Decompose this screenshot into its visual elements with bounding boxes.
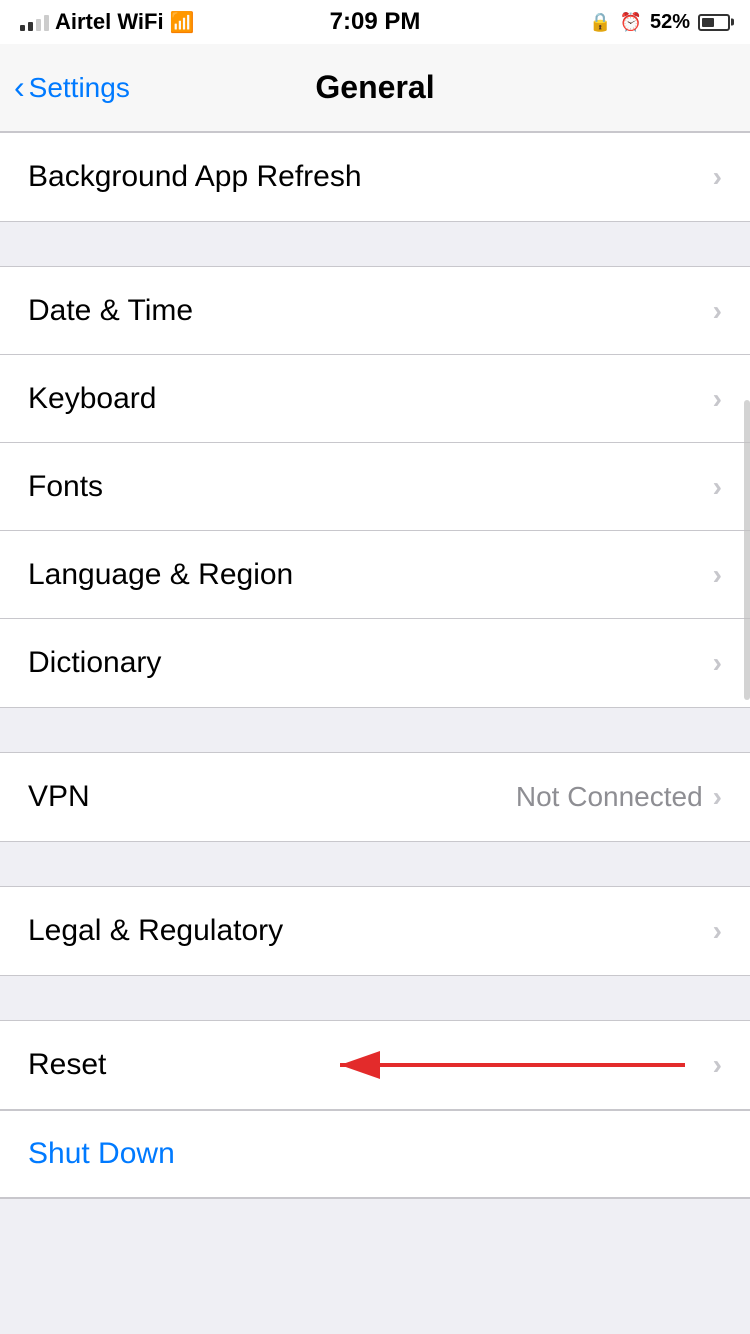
chevron-right-icon: › — [713, 1049, 722, 1081]
back-button[interactable]: ‹ Settings — [14, 72, 130, 104]
section-vpn: VPN Not Connected › — [0, 752, 750, 842]
page-title: General — [315, 69, 434, 106]
section-gap-4 — [0, 976, 750, 1020]
section-background-app-refresh: Background App Refresh › — [0, 132, 750, 222]
reset-item[interactable]: Reset › — [0, 1021, 750, 1109]
section-shutdown: Shut Down — [0, 1110, 750, 1199]
dictionary-label: Dictionary — [28, 646, 161, 680]
section-gap-2 — [0, 708, 750, 752]
shutdown-item[interactable]: Shut Down — [0, 1110, 750, 1198]
section-legal: Legal & Regulatory › — [0, 886, 750, 976]
red-arrow-annotation — [310, 1040, 690, 1090]
section-gap-3 — [0, 842, 750, 886]
nav-bar: ‹ Settings General — [0, 44, 750, 132]
status-right: 🔒 ⏰ 52% — [589, 11, 730, 34]
chevron-right-icon: › — [713, 471, 722, 503]
status-time: 7:09 PM — [330, 8, 421, 36]
status-left: Airtel WiFi 📶 — [20, 9, 195, 35]
date-time-item[interactable]: Date & Time › — [0, 267, 750, 355]
chevron-right-icon: › — [713, 161, 722, 193]
fonts-item[interactable]: Fonts › — [0, 443, 750, 531]
carrier-text: Airtel WiFi — [55, 9, 164, 35]
battery-fill — [702, 18, 714, 27]
language-region-item[interactable]: Language & Region › — [0, 531, 750, 619]
back-chevron-icon: ‹ — [14, 71, 25, 103]
chevron-right-icon: › — [713, 915, 722, 947]
section-gap-1 — [0, 222, 750, 266]
chevron-right-icon: › — [713, 781, 722, 813]
keyboard-item[interactable]: Keyboard › — [0, 355, 750, 443]
vpn-label: VPN — [28, 780, 90, 814]
battery-icon — [698, 14, 730, 31]
section-date-keyboard: Date & Time › Keyboard › Fonts › Languag… — [0, 266, 750, 708]
scroll-indicator[interactable] — [744, 400, 750, 700]
background-app-refresh-item[interactable]: Background App Refresh › — [0, 133, 750, 221]
chevron-right-icon: › — [713, 383, 722, 415]
date-time-label: Date & Time — [28, 294, 193, 328]
dictionary-item[interactable]: Dictionary › — [0, 619, 750, 707]
background-app-refresh-label: Background App Refresh — [28, 160, 362, 194]
status-bar: Airtel WiFi 📶 7:09 PM 🔒 ⏰ 52% — [0, 0, 750, 44]
vpn-value: Not Connected — [516, 781, 703, 813]
legal-regulatory-label: Legal & Regulatory — [28, 914, 283, 948]
chevron-right-icon: › — [713, 559, 722, 591]
language-region-label: Language & Region — [28, 558, 293, 592]
shutdown-label: Shut Down — [28, 1137, 175, 1171]
legal-regulatory-item[interactable]: Legal & Regulatory › — [0, 887, 750, 975]
lock-icon: 🔒 — [589, 12, 611, 33]
section-reset: Reset › — [0, 1020, 750, 1110]
battery-percentage: 52% — [650, 11, 690, 34]
back-label: Settings — [29, 72, 130, 104]
wifi-icon: 📶 — [170, 10, 195, 35]
vpn-item[interactable]: VPN Not Connected › — [0, 753, 750, 841]
signal-icon — [20, 13, 49, 31]
fonts-label: Fonts — [28, 470, 103, 504]
reset-label: Reset — [28, 1048, 106, 1082]
alarm-icon: ⏰ — [620, 12, 642, 33]
keyboard-label: Keyboard — [28, 382, 156, 416]
chevron-right-icon: › — [713, 647, 722, 679]
chevron-right-icon: › — [713, 295, 722, 327]
